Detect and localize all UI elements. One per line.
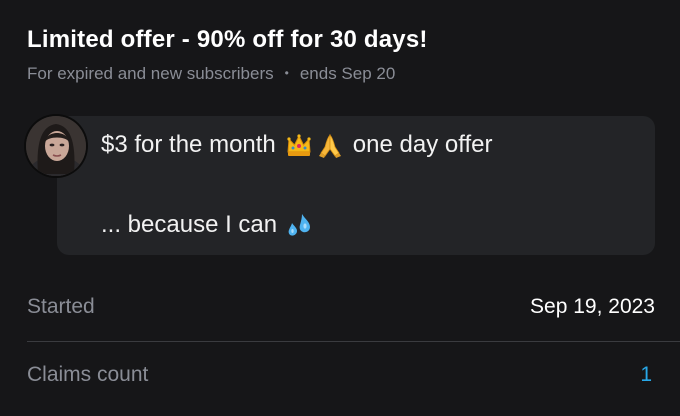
message-offer-text: one day offer — [352, 131, 493, 158]
claims-count-row: Claims count 1 — [27, 363, 655, 387]
offer-title: Limited offer - 90% off for 30 days! — [27, 26, 428, 53]
crown-emoji-icon — [285, 131, 313, 159]
message-because-text: ... because I can — [101, 211, 278, 238]
row-divider — [27, 341, 680, 342]
offer-subtitle: For expired and new subscribers • ends S… — [27, 64, 395, 84]
avatar-photo — [26, 116, 86, 176]
avatar[interactable] — [26, 116, 86, 176]
claims-count-label: Claims count — [27, 363, 149, 386]
folded-hands-emoji-icon — [316, 131, 344, 159]
message-line-1: $3 for the month one day offer — [101, 131, 492, 159]
separator-dot: • — [284, 66, 289, 80]
claims-count-value[interactable]: 1 — [640, 363, 655, 387]
sweat-droplets-emoji-icon — [285, 211, 313, 239]
message-price-text: $3 for the month — [101, 131, 276, 158]
started-label: Started — [27, 295, 95, 318]
message-line-2: ... because I can — [101, 211, 313, 239]
audience-text: For expired and new subscribers — [27, 64, 274, 83]
started-value: Sep 19, 2023 — [530, 295, 655, 318]
started-row: Started Sep 19, 2023 — [27, 295, 655, 319]
ends-date-text: ends Sep 20 — [299, 64, 396, 83]
